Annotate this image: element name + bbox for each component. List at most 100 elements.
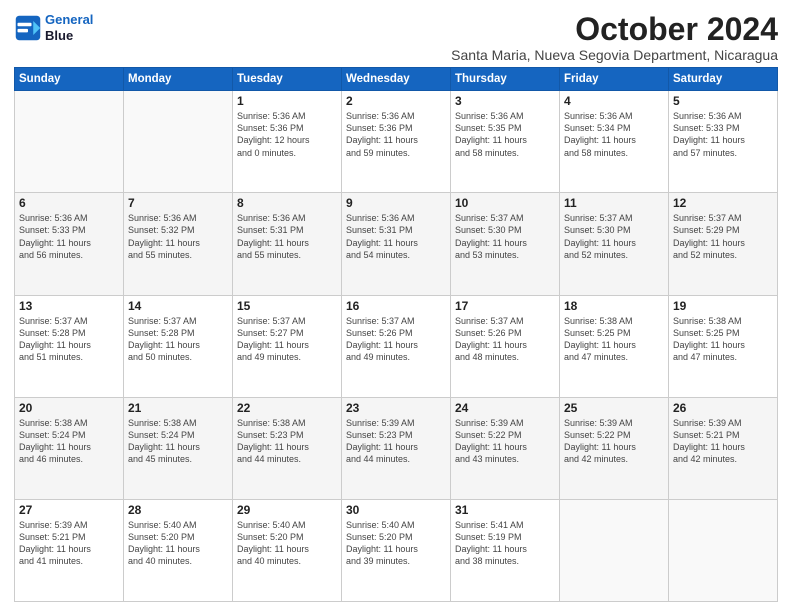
day-info: Sunrise: 5:39 AM Sunset: 5:21 PM Dayligh… [673, 417, 773, 466]
header: General Blue October 2024 Santa Maria, N… [14, 12, 778, 63]
day-number: 25 [564, 401, 664, 415]
calendar-day-cell: 31 Sunrise: 5:41 AM Sunset: 5:19 PM Dayli… [451, 499, 560, 601]
day-info: Sunrise: 5:38 AM Sunset: 5:25 PM Dayligh… [564, 315, 664, 364]
day-number: 30 [346, 503, 446, 517]
day-number: 22 [237, 401, 337, 415]
calendar-day-cell: 10Sunrise: 5:37 AM Sunset: 5:30 PM Dayli… [451, 193, 560, 295]
calendar-day-cell: 14 Sunrise: 5:37 AM Sunset: 5:28 PM Dayli… [124, 295, 233, 397]
calendar-day-cell: 8Sunrise: 5:36 AM Sunset: 5:31 PM Daylig… [233, 193, 342, 295]
logo-general: General [45, 12, 93, 27]
day-info: Sunrise: 5:36 AM Sunset: 5:32 PM Dayligh… [128, 212, 228, 261]
day-info: Sunrise: 5:37 AM Sunset: 5:26 PM Dayligh… [455, 315, 555, 364]
calendar-day-cell: 11Sunrise: 5:37 AM Sunset: 5:30 PM Dayli… [560, 193, 669, 295]
day-number: 2 [346, 94, 446, 108]
day-number: 24 [455, 401, 555, 415]
calendar-table: SundayMondayTuesdayWednesdayThursdayFrid… [14, 67, 778, 602]
day-number: 17 [455, 299, 555, 313]
calendar-day-cell [15, 91, 124, 193]
day-number: 28 [128, 503, 228, 517]
day-info: Sunrise: 5:36 AM Sunset: 5:35 PM Dayligh… [455, 110, 555, 159]
day-info: Sunrise: 5:36 AM Sunset: 5:33 PM Dayligh… [19, 212, 119, 261]
calendar-day-cell [669, 499, 778, 601]
calendar-day-cell [560, 499, 669, 601]
logo: General Blue [14, 12, 93, 43]
calendar-day-cell: 3 Sunrise: 5:36 AM Sunset: 5:35 PM Daylig… [451, 91, 560, 193]
calendar-weekday-thursday: Thursday [451, 68, 560, 91]
calendar-day-cell: 18 Sunrise: 5:38 AM Sunset: 5:25 PM Dayli… [560, 295, 669, 397]
day-number: 1 [237, 94, 337, 108]
day-info: Sunrise: 5:38 AM Sunset: 5:24 PM Dayligh… [128, 417, 228, 466]
page: General Blue October 2024 Santa Maria, N… [0, 0, 792, 612]
day-info: Sunrise: 5:40 AM Sunset: 5:20 PM Dayligh… [128, 519, 228, 568]
day-number: 19 [673, 299, 773, 313]
day-number: 8 [237, 196, 337, 210]
logo-icon [14, 14, 42, 42]
day-info: Sunrise: 5:36 AM Sunset: 5:34 PM Dayligh… [564, 110, 664, 159]
calendar-day-cell: 27Sunrise: 5:39 AM Sunset: 5:21 PM Dayli… [15, 499, 124, 601]
calendar-day-cell: 1 Sunrise: 5:36 AM Sunset: 5:36 PM Daylig… [233, 91, 342, 193]
month-title: October 2024 [451, 12, 778, 47]
day-info: Sunrise: 5:37 AM Sunset: 5:29 PM Dayligh… [673, 212, 773, 261]
logo-blue: Blue [45, 28, 73, 43]
day-number: 29 [237, 503, 337, 517]
title-section: October 2024 Santa Maria, Nueva Segovia … [451, 12, 778, 63]
calendar-weekday-monday: Monday [124, 68, 233, 91]
day-number: 21 [128, 401, 228, 415]
day-number: 4 [564, 94, 664, 108]
day-info: Sunrise: 5:36 AM Sunset: 5:31 PM Dayligh… [346, 212, 446, 261]
day-info: Sunrise: 5:38 AM Sunset: 5:24 PM Dayligh… [19, 417, 119, 466]
calendar-day-cell: 24 Sunrise: 5:39 AM Sunset: 5:22 PM Dayli… [451, 397, 560, 499]
day-number: 3 [455, 94, 555, 108]
calendar-day-cell: 7 Sunrise: 5:36 AM Sunset: 5:32 PM Daylig… [124, 193, 233, 295]
day-info: Sunrise: 5:37 AM Sunset: 5:26 PM Dayligh… [346, 315, 446, 364]
calendar-day-cell: 21 Sunrise: 5:38 AM Sunset: 5:24 PM Dayli… [124, 397, 233, 499]
calendar-week-row: 13Sunrise: 5:37 AM Sunset: 5:28 PM Dayli… [15, 295, 778, 397]
day-number: 27 [19, 503, 119, 517]
calendar-day-cell: 26 Sunrise: 5:39 AM Sunset: 5:21 PM Dayli… [669, 397, 778, 499]
day-info: Sunrise: 5:37 AM Sunset: 5:30 PM Dayligh… [564, 212, 664, 261]
calendar-week-row: 20Sunrise: 5:38 AM Sunset: 5:24 PM Dayli… [15, 397, 778, 499]
calendar-day-cell [124, 91, 233, 193]
calendar-weekday-wednesday: Wednesday [342, 68, 451, 91]
calendar-week-row: 27Sunrise: 5:39 AM Sunset: 5:21 PM Dayli… [15, 499, 778, 601]
calendar-day-cell: 17 Sunrise: 5:37 AM Sunset: 5:26 PM Dayli… [451, 295, 560, 397]
calendar-day-cell: 25 Sunrise: 5:39 AM Sunset: 5:22 PM Dayli… [560, 397, 669, 499]
calendar-body: 1 Sunrise: 5:36 AM Sunset: 5:36 PM Daylig… [15, 91, 778, 602]
calendar-day-cell: 6 Sunrise: 5:36 AM Sunset: 5:33 PM Daylig… [15, 193, 124, 295]
day-info: Sunrise: 5:40 AM Sunset: 5:20 PM Dayligh… [346, 519, 446, 568]
day-number: 14 [128, 299, 228, 313]
day-info: Sunrise: 5:37 AM Sunset: 5:30 PM Dayligh… [455, 212, 555, 261]
calendar-day-cell: 23 Sunrise: 5:39 AM Sunset: 5:23 PM Dayli… [342, 397, 451, 499]
day-info: Sunrise: 5:38 AM Sunset: 5:23 PM Dayligh… [237, 417, 337, 466]
day-number: 18 [564, 299, 664, 313]
calendar-day-cell: 19Sunrise: 5:38 AM Sunset: 5:25 PM Dayli… [669, 295, 778, 397]
calendar-weekday-friday: Friday [560, 68, 669, 91]
day-number: 15 [237, 299, 337, 313]
calendar-day-cell: 30 Sunrise: 5:40 AM Sunset: 5:20 PM Dayli… [342, 499, 451, 601]
calendar-day-cell: 28 Sunrise: 5:40 AM Sunset: 5:20 PM Dayli… [124, 499, 233, 601]
day-number: 7 [128, 196, 228, 210]
day-number: 31 [455, 503, 555, 517]
location-title: Santa Maria, Nueva Segovia Department, N… [451, 47, 778, 63]
calendar-week-row: 1 Sunrise: 5:36 AM Sunset: 5:36 PM Daylig… [15, 91, 778, 193]
day-info: Sunrise: 5:36 AM Sunset: 5:36 PM Dayligh… [346, 110, 446, 159]
day-number: 26 [673, 401, 773, 415]
day-info: Sunrise: 5:37 AM Sunset: 5:28 PM Dayligh… [19, 315, 119, 364]
day-number: 23 [346, 401, 446, 415]
day-info: Sunrise: 5:39 AM Sunset: 5:22 PM Dayligh… [564, 417, 664, 466]
calendar-day-cell: 12Sunrise: 5:37 AM Sunset: 5:29 PM Dayli… [669, 193, 778, 295]
calendar-week-row: 6 Sunrise: 5:36 AM Sunset: 5:33 PM Daylig… [15, 193, 778, 295]
day-info: Sunrise: 5:39 AM Sunset: 5:23 PM Dayligh… [346, 417, 446, 466]
day-info: Sunrise: 5:41 AM Sunset: 5:19 PM Dayligh… [455, 519, 555, 568]
calendar-day-cell: 2 Sunrise: 5:36 AM Sunset: 5:36 PM Daylig… [342, 91, 451, 193]
day-info: Sunrise: 5:37 AM Sunset: 5:28 PM Dayligh… [128, 315, 228, 364]
day-number: 9 [346, 196, 446, 210]
day-number: 5 [673, 94, 773, 108]
day-number: 6 [19, 196, 119, 210]
day-info: Sunrise: 5:36 AM Sunset: 5:36 PM Dayligh… [237, 110, 337, 159]
logo-text: General Blue [45, 12, 93, 43]
day-info: Sunrise: 5:37 AM Sunset: 5:27 PM Dayligh… [237, 315, 337, 364]
calendar-header-row: SundayMondayTuesdayWednesdayThursdayFrid… [15, 68, 778, 91]
day-info: Sunrise: 5:39 AM Sunset: 5:22 PM Dayligh… [455, 417, 555, 466]
day-number: 16 [346, 299, 446, 313]
